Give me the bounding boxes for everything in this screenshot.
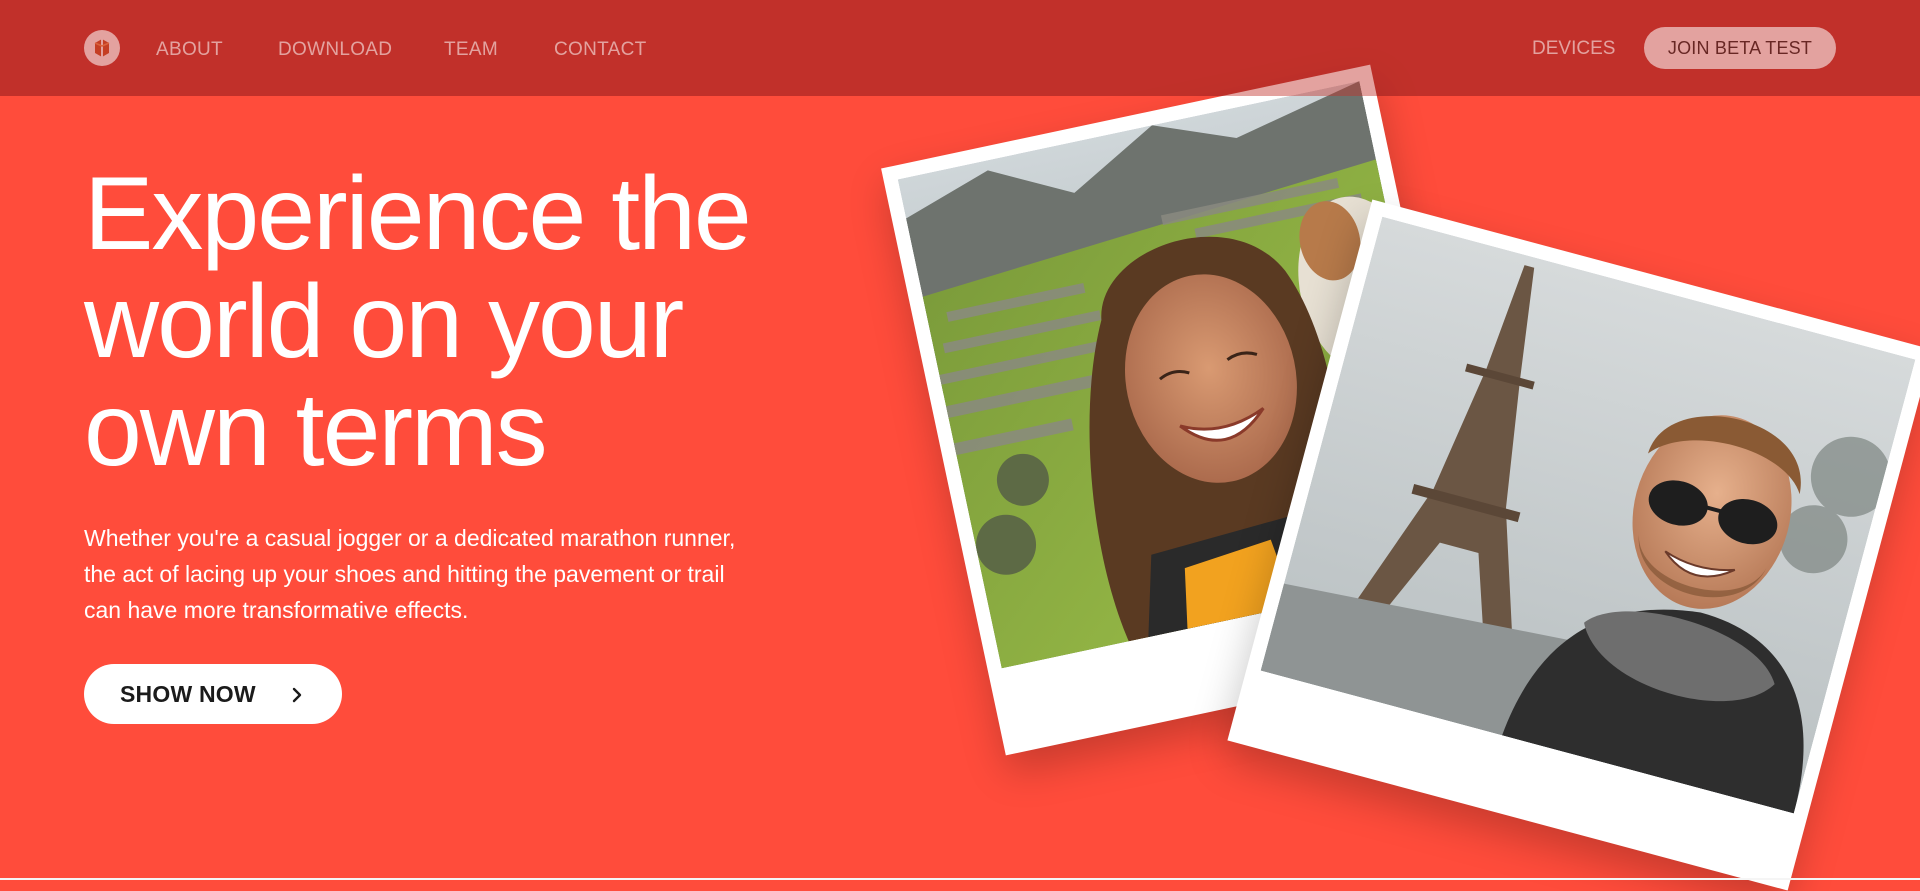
chevron-right-icon bbox=[292, 687, 302, 703]
nav-contact-link[interactable]: CONTACT bbox=[554, 39, 647, 61]
brand-logo[interactable] bbox=[84, 30, 120, 66]
hero-title: Experience the world on your own terms bbox=[84, 156, 752, 488]
show-now-label: SHOW NOW bbox=[120, 680, 256, 707]
nav-devices-link[interactable]: DEVICES bbox=[1532, 38, 1615, 60]
join-beta-test-button[interactable]: JOIN BETA TEST bbox=[1644, 27, 1836, 69]
man-selfie-eiffel-tower-photo bbox=[1260, 216, 1916, 814]
nav-team-link[interactable]: TEAM bbox=[444, 39, 498, 61]
show-now-button[interactable]: SHOW NOW bbox=[84, 664, 342, 724]
nav-download-link[interactable]: DOWNLOAD bbox=[278, 39, 392, 61]
brand-logo-icon bbox=[94, 39, 110, 57]
hero-description: Whether you're a casual jogger or a dedi… bbox=[84, 525, 736, 623]
top-navigation-bar: ABOUT DOWNLOAD TEAM CONTACT DEVICES JOIN… bbox=[0, 0, 1920, 96]
nav-about-link[interactable]: ABOUT bbox=[156, 39, 223, 61]
